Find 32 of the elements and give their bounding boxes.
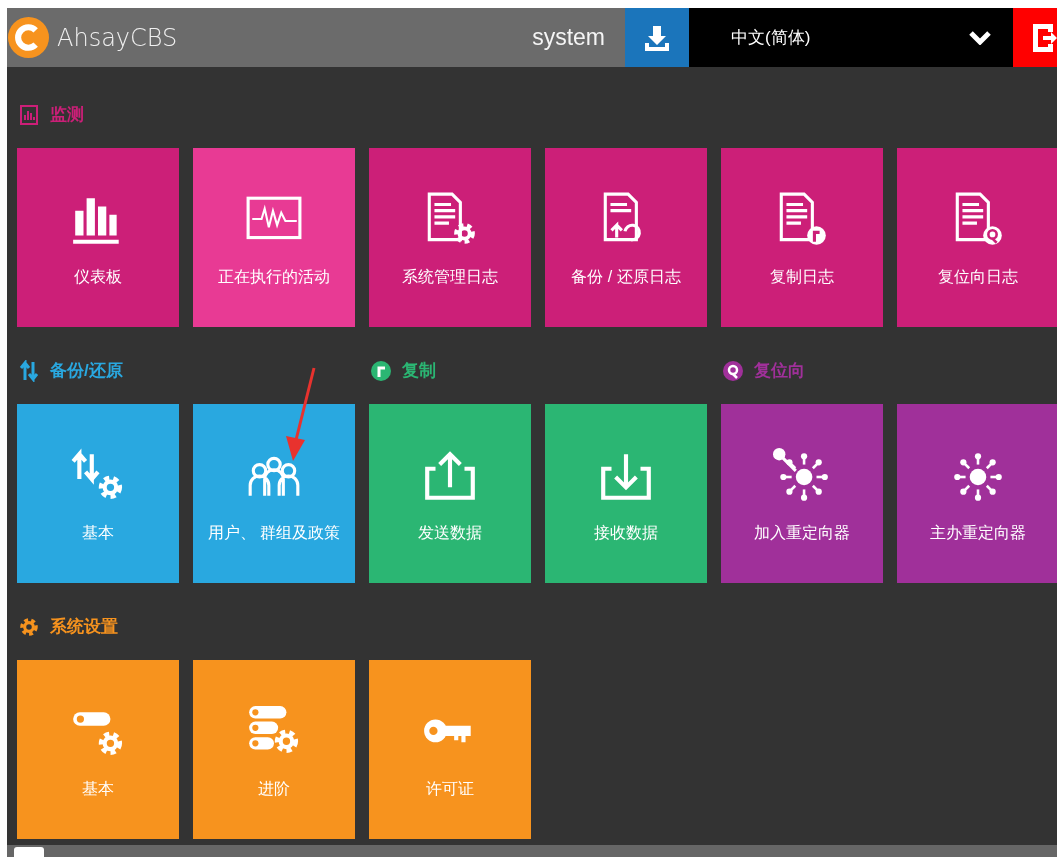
tile-button[interactable]: 发送数据 [369, 404, 531, 583]
tile-button[interactable]: 备份 / 还原日志 [545, 148, 707, 327]
tile-button[interactable]: 系统管理日志 [369, 148, 531, 327]
up-down-arrows-icon [19, 360, 40, 382]
section-title: 监测 [50, 104, 84, 127]
chevron-down-icon [969, 30, 991, 45]
chart-document-icon [19, 104, 40, 126]
tile-button[interactable]: 正在执行的活动 [193, 148, 355, 327]
tile-button[interactable]: 用户、 群组及政策 [193, 404, 355, 583]
section-title: 复位向 [754, 360, 805, 383]
logout-icon [1033, 23, 1057, 52]
tile-button[interactable]: 加入重定向器 [721, 404, 883, 583]
logo-icon [8, 17, 49, 58]
tile-button[interactable]: 主办重定向器 [897, 404, 1057, 583]
logout-button[interactable] [1013, 8, 1057, 67]
tile-button[interactable]: 仪表板 [17, 148, 179, 327]
user-name: system [532, 23, 606, 53]
tile-button[interactable]: 复制日志 [721, 148, 883, 327]
badge-icon [723, 360, 744, 382]
language-select[interactable]: 中文(简体) [689, 8, 1013, 67]
section-title: 备份/还原 [50, 360, 123, 383]
tile-button[interactable]: 复位向日志 [897, 148, 1057, 327]
app-title: AhsayCBS [57, 22, 178, 54]
tab-handle-icon [14, 847, 44, 857]
download-icon [643, 23, 671, 52]
section-title: 复制 [402, 360, 436, 383]
settings-icon [19, 616, 40, 638]
download-button[interactable] [625, 8, 689, 67]
badge-icon [371, 360, 392, 382]
section-title: 系统设置 [50, 616, 118, 639]
tile-button[interactable]: 接收数据 [545, 404, 707, 583]
tile-button[interactable]: 基本 [17, 404, 179, 583]
